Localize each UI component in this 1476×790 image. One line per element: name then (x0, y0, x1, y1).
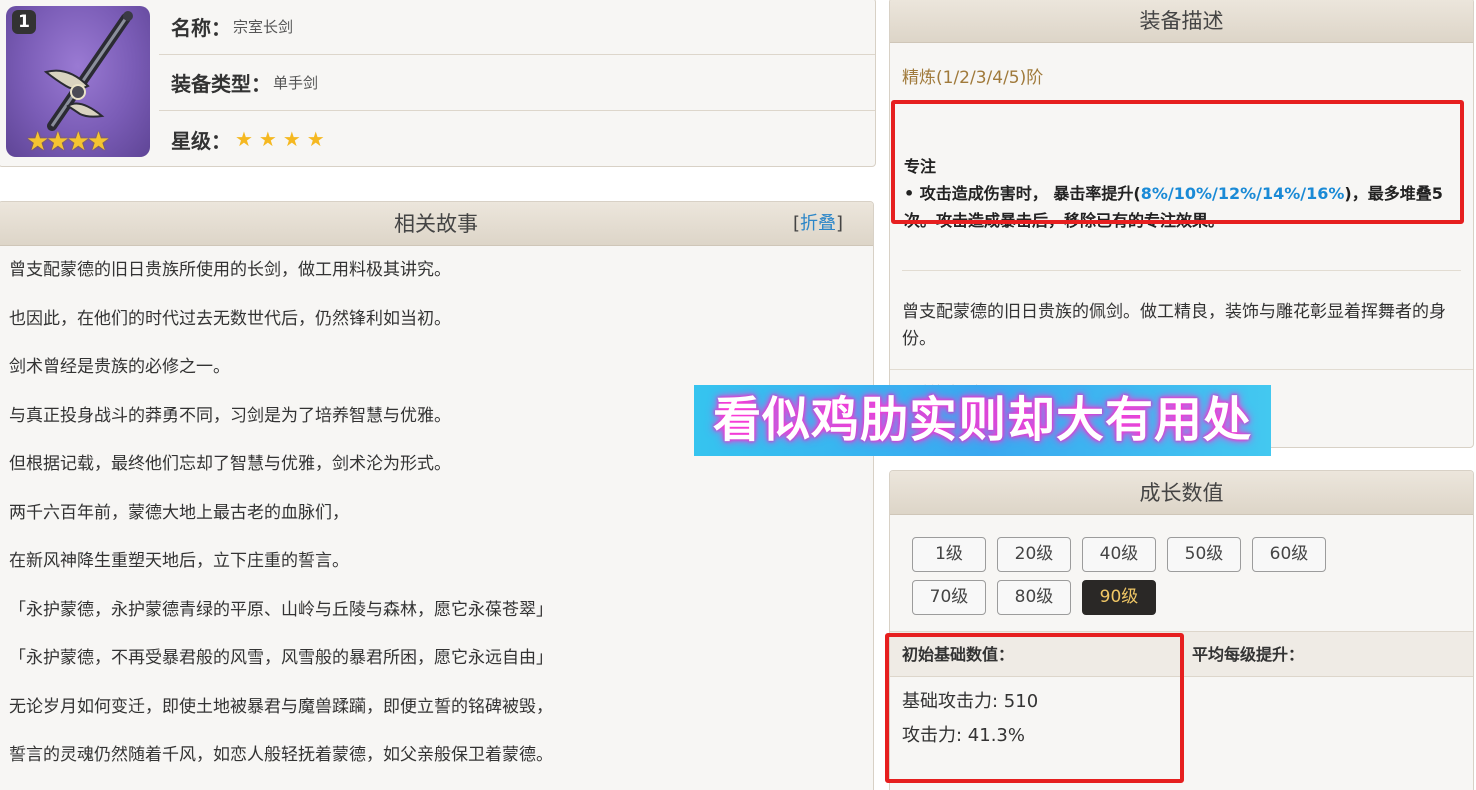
info-row-name: 名称： 宗室长剑 (159, 0, 875, 55)
base-stats: 基础攻击力: 510 攻击力: 41.3% (902, 685, 1038, 753)
level-button-1[interactable]: 1级 (912, 537, 986, 572)
fold-bracket-open: [ (792, 213, 800, 234)
level-button-70[interactable]: 70级 (912, 580, 986, 615)
story-text: 曾支配蒙德的旧日贵族所使用的长剑，做工用料极其讲究。 也因此，在他们的时代过去无… (0, 246, 873, 790)
avg-growth-header: 平均每级提升： (1192, 645, 1305, 664)
rarity-stars: ★★★★ (26, 127, 110, 157)
fold-link[interactable]: 折叠 (800, 213, 836, 234)
weapon-info-panel: 1 ★★★★ 名称： 宗室长剑 装备类型： 单手剑 星级： ★★★★ (0, 0, 876, 167)
story-title: 相关故事 (394, 212, 478, 236)
level-button-60[interactable]: 60级 (1252, 537, 1326, 572)
story-line: 也因此，在他们的时代过去无数世代后，仍然锋利如当初。 (9, 308, 451, 329)
passive-text: • 攻击造成伤害时， 暴击率提升(8%/10%/12%/14%/16%)，最多堆… (904, 180, 1459, 234)
description-title: 装备描述 (1139, 9, 1224, 33)
story-line: 誓言的灵魂仍然随着千风，如恋人般轻抚着蒙德，如父亲般保卫着蒙德。 (9, 745, 553, 765)
level-selector: 1级 20级 40级 50级 60级 70级 80级 90级 (890, 515, 1410, 623)
level-button-80[interactable]: 80级 (997, 580, 1071, 615)
info-row-stars: 星级： ★★★★ (159, 111, 875, 166)
base-attack: 基础攻击力: 510 (902, 691, 1039, 712)
level-button-90[interactable]: 90级 (1082, 580, 1156, 615)
flavor-text: 曾支配蒙德的旧日贵族的佩剑。做工精良，装饰与雕花彰显着挥舞者的身份。 (902, 302, 1446, 349)
star-label: 星级： (171, 128, 231, 153)
story-line: 「永护蒙德，不再受暴君般的风雪，风雪般的暴君所困，愿它永远自由」 (9, 648, 553, 668)
growth-panel: 成长数值 1级 20级 40级 50级 60级 70级 80级 90级 初始基础… (889, 470, 1474, 790)
level-button-20[interactable]: 20级 (997, 537, 1071, 572)
story-panel: 相关故事 [折叠] 曾支配蒙德的旧日贵族所使用的长剑，做工用料极其讲究。 也因此… (0, 201, 874, 790)
info-row-type: 装备类型： 单手剑 (159, 55, 875, 111)
story-line: 两千六百年前，蒙德大地上最古老的血脉们， (9, 502, 349, 523)
stat-header-row: 初始基础数值： 平均每级提升： (890, 631, 1473, 677)
level-button-50[interactable]: 50级 (1167, 537, 1241, 572)
growth-title: 成长数值 (1139, 481, 1224, 505)
star-icons: ★★★★ (235, 127, 331, 151)
passive-effect: 专注 • 攻击造成伤害时， 暴击率提升(8%/10%/12%/14%/16%)，… (902, 141, 1461, 246)
story-line: 「永护蒙德，永护蒙德青绿的平原、山岭与丘陵与森林，愿它永葆苍翠」 (9, 599, 553, 620)
description-header: 装备描述 (890, 0, 1473, 43)
level-button-40[interactable]: 40级 (1082, 537, 1156, 572)
caption-banner: 看似鸡肋实则却大有用处 (694, 385, 1271, 456)
refine-levels: 精炼(1/2/3/4/5)阶 (902, 68, 1044, 88)
story-line: 无论岁月如何变迁，即使土地被暴君与魔兽蹂躏，即便立誓的铭碑被毁， (9, 696, 553, 717)
story-line: 但根据记载，最终他们忘却了智慧与优雅，剑术沦为形式。 (9, 454, 451, 474)
passive-name: 专注 (904, 157, 937, 176)
story-line: 在新风神降生重塑天地后，立下庄重的誓言。 (9, 551, 349, 571)
story-header: 相关故事 [折叠] (0, 202, 873, 246)
base-stats-header: 初始基础数值： (902, 645, 1015, 664)
fold-toggle[interactable]: [折叠] (793, 202, 843, 246)
refine-rank-badge: 1 (12, 10, 36, 34)
fold-bracket-close: ] (835, 213, 843, 234)
growth-header: 成长数值 (890, 471, 1473, 515)
passive-prefix: • 攻击造成伤害时， 暴击率提升( (904, 184, 1141, 203)
type-label: 装备类型： (171, 72, 271, 96)
weapon-thumbnail: 1 ★★★★ (6, 6, 150, 157)
passive-values: 8%/10%/12%/14%/16% (1140, 184, 1345, 203)
description-panel: 装备描述 精炼(1/2/3/4/5)阶 专注 • 攻击造成伤害时， 暴击率提升(… (889, 0, 1474, 448)
name-label: 名称： (171, 16, 231, 40)
story-line: 曾支配蒙德的旧日贵族所使用的长剑，做工用料极其讲究。 (9, 260, 451, 280)
weapon-type: 单手剑 (273, 74, 319, 92)
weapon-name: 宗室长剑 (233, 18, 294, 36)
attack-percent: 攻击力: 41.3% (902, 725, 1025, 746)
